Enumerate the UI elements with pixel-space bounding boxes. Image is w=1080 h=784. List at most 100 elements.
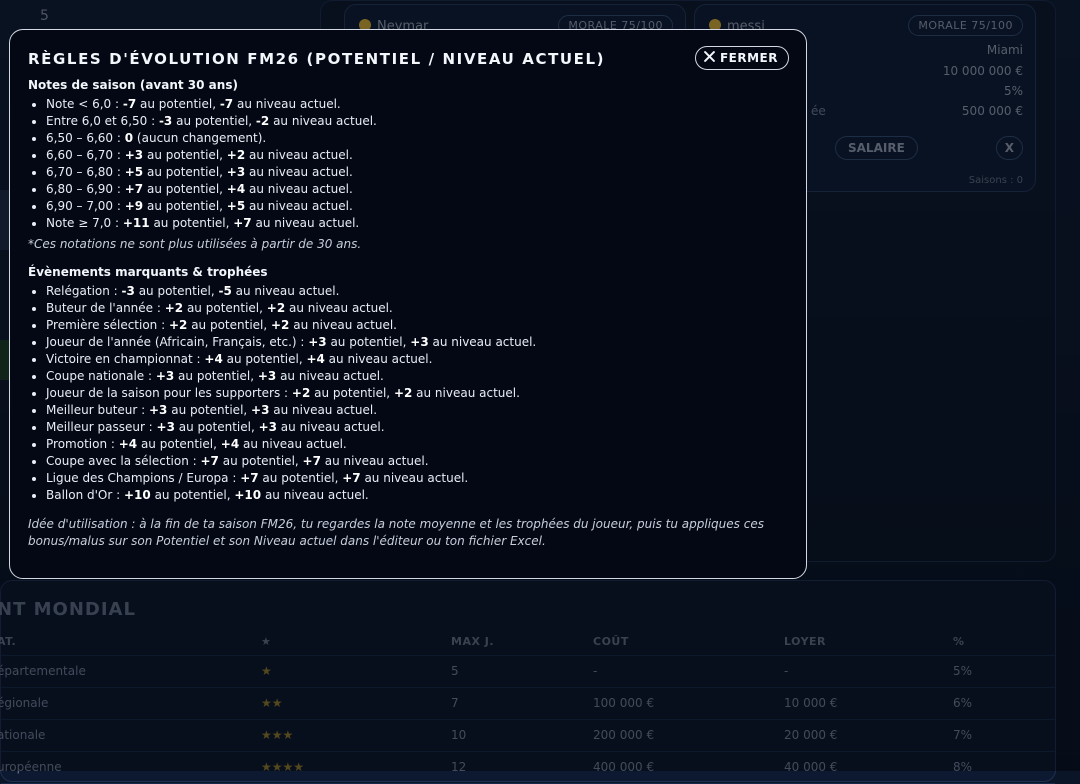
potential-change: -3 [121,284,135,298]
event-rules-list: Relégation : -3 au potentiel, -5 au nive… [28,283,788,504]
event-label: Meilleur buteur : [46,403,149,417]
event-label: Joueur de l'année (Africain, Français, e… [46,335,309,349]
current-level-change: +2 [266,301,286,315]
rule-text: au potentiel, [310,386,394,400]
rule-text: au potentiel, [222,352,307,366]
potential-change: -3 [158,114,173,128]
event-rule-item: Joueur de l'année (Africain, Français, e… [46,334,788,351]
rule-text: au niveau actuel. [276,420,385,434]
rule-text: au potentiel, [149,216,234,230]
potential-change: 0 [124,131,134,145]
rule-text: (aucun changement). [133,131,267,145]
rule-range: Note < 6,0 : [46,97,123,111]
current-level-change: +4 [226,182,246,196]
rule-text: au niveau actuel. [269,403,378,417]
rule-text: au niveau actuel. [233,97,341,111]
rule-text: au niveau actuel. [412,386,520,400]
event-rule-item: Victoire en championnat : +4 au potentie… [46,351,788,368]
event-rule-item: Ligue des Champions / Europa : +7 au pot… [46,470,788,487]
current-level-change: -7 [219,97,234,111]
rule-range: Note ≥ 7,0 : [46,216,123,230]
rule-text: au niveau actuel. [324,352,433,366]
season-notes-title: Notes de saison (avant 30 ans) [28,78,238,92]
rule-text: au niveau actuel. [360,471,469,485]
event-rule-item: Meilleur passeur : +3 au potentiel, +3 a… [46,419,788,436]
current-level-change: +2 [226,148,246,162]
rule-text: au niveau actuel. [245,199,353,213]
current-level-change: +5 [226,199,246,213]
close-icon [704,51,715,65]
rule-range: Entre 6,0 et 6,50 : [46,114,159,128]
potential-change: +3 [308,335,327,349]
rule-text: au potentiel, [326,335,411,349]
rule-range: 6,70 – 6,80 : [46,165,125,179]
current-level-change: -5 [218,284,232,298]
event-rule-item: Coupe avec la sélection : +7 au potentie… [46,453,788,470]
potential-change: +2 [164,301,184,315]
event-label: Relégation : [46,284,122,298]
potential-change: +5 [124,165,144,179]
current-level-change: +3 [410,335,429,349]
rule-text: au niveau actuel. [239,437,347,451]
season-rule-item: 6,50 – 6,60 : 0 (aucun changement). [46,130,788,147]
season-rule-item: Note < 6,0 : -7 au potentiel, -7 au nive… [46,96,788,113]
season-notes-footnote: *Ces notations ne sont plus utilisées à … [28,237,362,251]
season-rule-item: 6,60 – 6,70 : +3 au potentiel, +2 au niv… [46,147,788,164]
season-rule-item: Note ≥ 7,0 : +11 au potentiel, +7 au niv… [46,215,788,232]
event-label: Promotion : [46,437,119,451]
rule-text: au potentiel, [187,318,271,332]
rule-text: au niveau actuel. [245,148,353,162]
rule-text: au niveau actuel. [276,369,384,383]
potential-change: +2 [291,386,311,400]
rule-text: au niveau actuel. [231,284,340,298]
modal-title: RÈGLES D'ÉVOLUTION FM26 (POTENTIEL / NIV… [28,50,606,68]
rule-text: au potentiel, [174,369,258,383]
rule-text: au potentiel, [172,114,256,128]
rule-text: au niveau actuel. [269,114,377,128]
current-level-change: +4 [306,352,325,366]
close-button-label: FERMER [719,51,778,65]
rule-text: au niveau actuel. [245,182,353,196]
close-button[interactable]: FERMER [694,46,789,70]
rule-text: au niveau actuel. [289,318,397,332]
season-rule-item: 6,90 – 7,00 : +9 au potentiel, +5 au niv… [46,198,788,215]
current-level-change: -2 [255,114,270,128]
rule-text: au potentiel, [183,301,267,315]
current-level-change: +7 [302,454,321,468]
rule-text: au potentiel, [143,199,227,213]
potential-change: +7 [240,471,259,485]
potential-change: +3 [149,403,168,417]
rule-text: au niveau actuel. [261,488,369,502]
event-rule-item: Joueur de la saison pour les supporters … [46,385,788,402]
current-level-change: +3 [257,369,277,383]
events-title: Évènements marquants & trophées [28,265,268,279]
rules-modal: RÈGLES D'ÉVOLUTION FM26 (POTENTIEL / NIV… [9,29,807,579]
event-rule-item: Coupe nationale : +3 au potentiel, +3 au… [46,368,788,385]
rule-text: au potentiel, [134,284,219,298]
rule-text: au niveau actuel. [285,301,393,315]
event-rule-item: Promotion : +4 au potentiel, +4 au nivea… [46,436,788,453]
rule-range: 6,80 – 6,90 : [46,182,125,196]
rule-text: au potentiel, [137,437,221,451]
event-label: Coupe avec la sélection : [46,454,201,468]
rule-text: au potentiel, [218,454,303,468]
event-rule-item: Buteur de l'année : +2 au potentiel, +2 … [46,300,788,317]
rule-text: au potentiel, [136,97,220,111]
potential-change: +2 [168,318,188,332]
rule-range: 6,50 – 6,60 : [46,131,125,145]
event-label: Ballon d'Or : [46,488,124,502]
rule-text: au potentiel, [258,471,343,485]
potential-change: +9 [124,199,144,213]
rule-text: au potentiel, [143,148,227,162]
event-label: Première sélection : [46,318,169,332]
event-label: Meilleur passeur : [46,420,157,434]
current-level-change: +2 [271,318,290,332]
rule-text: au potentiel, [150,488,235,502]
event-label: Buteur de l'année : [46,301,165,315]
event-rule-item: Relégation : -3 au potentiel, -5 au nive… [46,283,788,300]
season-rule-item: 6,70 – 6,80 : +5 au potentiel, +3 au niv… [46,164,788,181]
rule-text: au niveau actuel. [251,216,360,230]
rule-text: au niveau actuel. [245,165,353,179]
current-level-change: +4 [220,437,240,451]
potential-change: +7 [124,182,144,196]
